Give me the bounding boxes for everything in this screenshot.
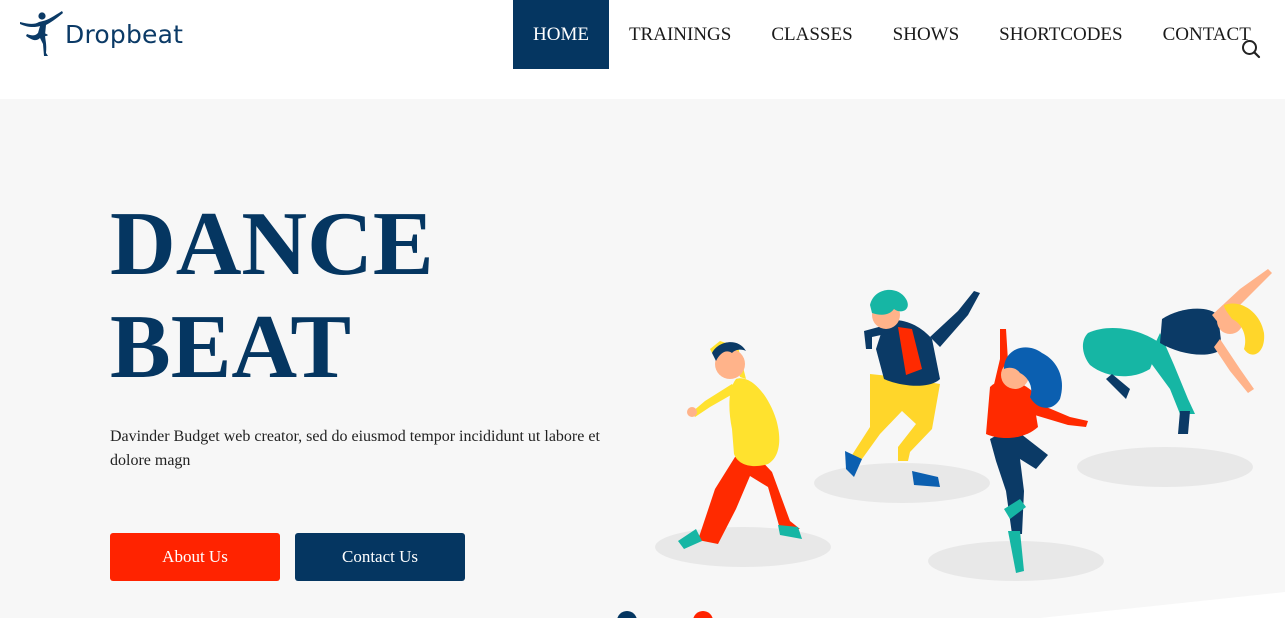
search-icon[interactable] bbox=[1240, 38, 1262, 60]
bottom-wave-divider bbox=[617, 592, 1285, 618]
four-dancers-illustration bbox=[655, 269, 1272, 581]
nav-item-trainings[interactable]: TRAININGS bbox=[609, 0, 751, 69]
main-nav: HOME TRAININGS CLASSES SHOWS SHORTCODES … bbox=[513, 0, 1271, 69]
nav-item-shortcodes[interactable]: SHORTCODES bbox=[979, 0, 1142, 69]
hero-title-line1: DANCE bbox=[110, 193, 434, 294]
dancer-silhouette-icon bbox=[20, 11, 63, 56]
site-header: Dropbeat HOME TRAININGS CLASSES SHOWS SH… bbox=[0, 0, 1285, 99]
about-us-button[interactable]: About Us bbox=[110, 533, 280, 581]
hero-description: Davinder Budget web creator, sed do eius… bbox=[110, 428, 600, 469]
nav-item-classes[interactable]: CLASSES bbox=[751, 0, 872, 69]
nav-item-home[interactable]: HOME bbox=[513, 0, 609, 69]
contact-us-button[interactable]: Contact Us bbox=[295, 533, 465, 581]
hero-title-line2: BEAT bbox=[110, 296, 352, 397]
hero-section: DANCE BEAT Davinder Budget web creator, … bbox=[0, 99, 1285, 618]
hero-title: DANCE BEAT bbox=[110, 192, 434, 398]
logo[interactable]: Dropbeat bbox=[18, 8, 183, 58]
nav-item-shows[interactable]: SHOWS bbox=[873, 0, 980, 69]
brand-name: Dropbeat bbox=[65, 19, 184, 49]
